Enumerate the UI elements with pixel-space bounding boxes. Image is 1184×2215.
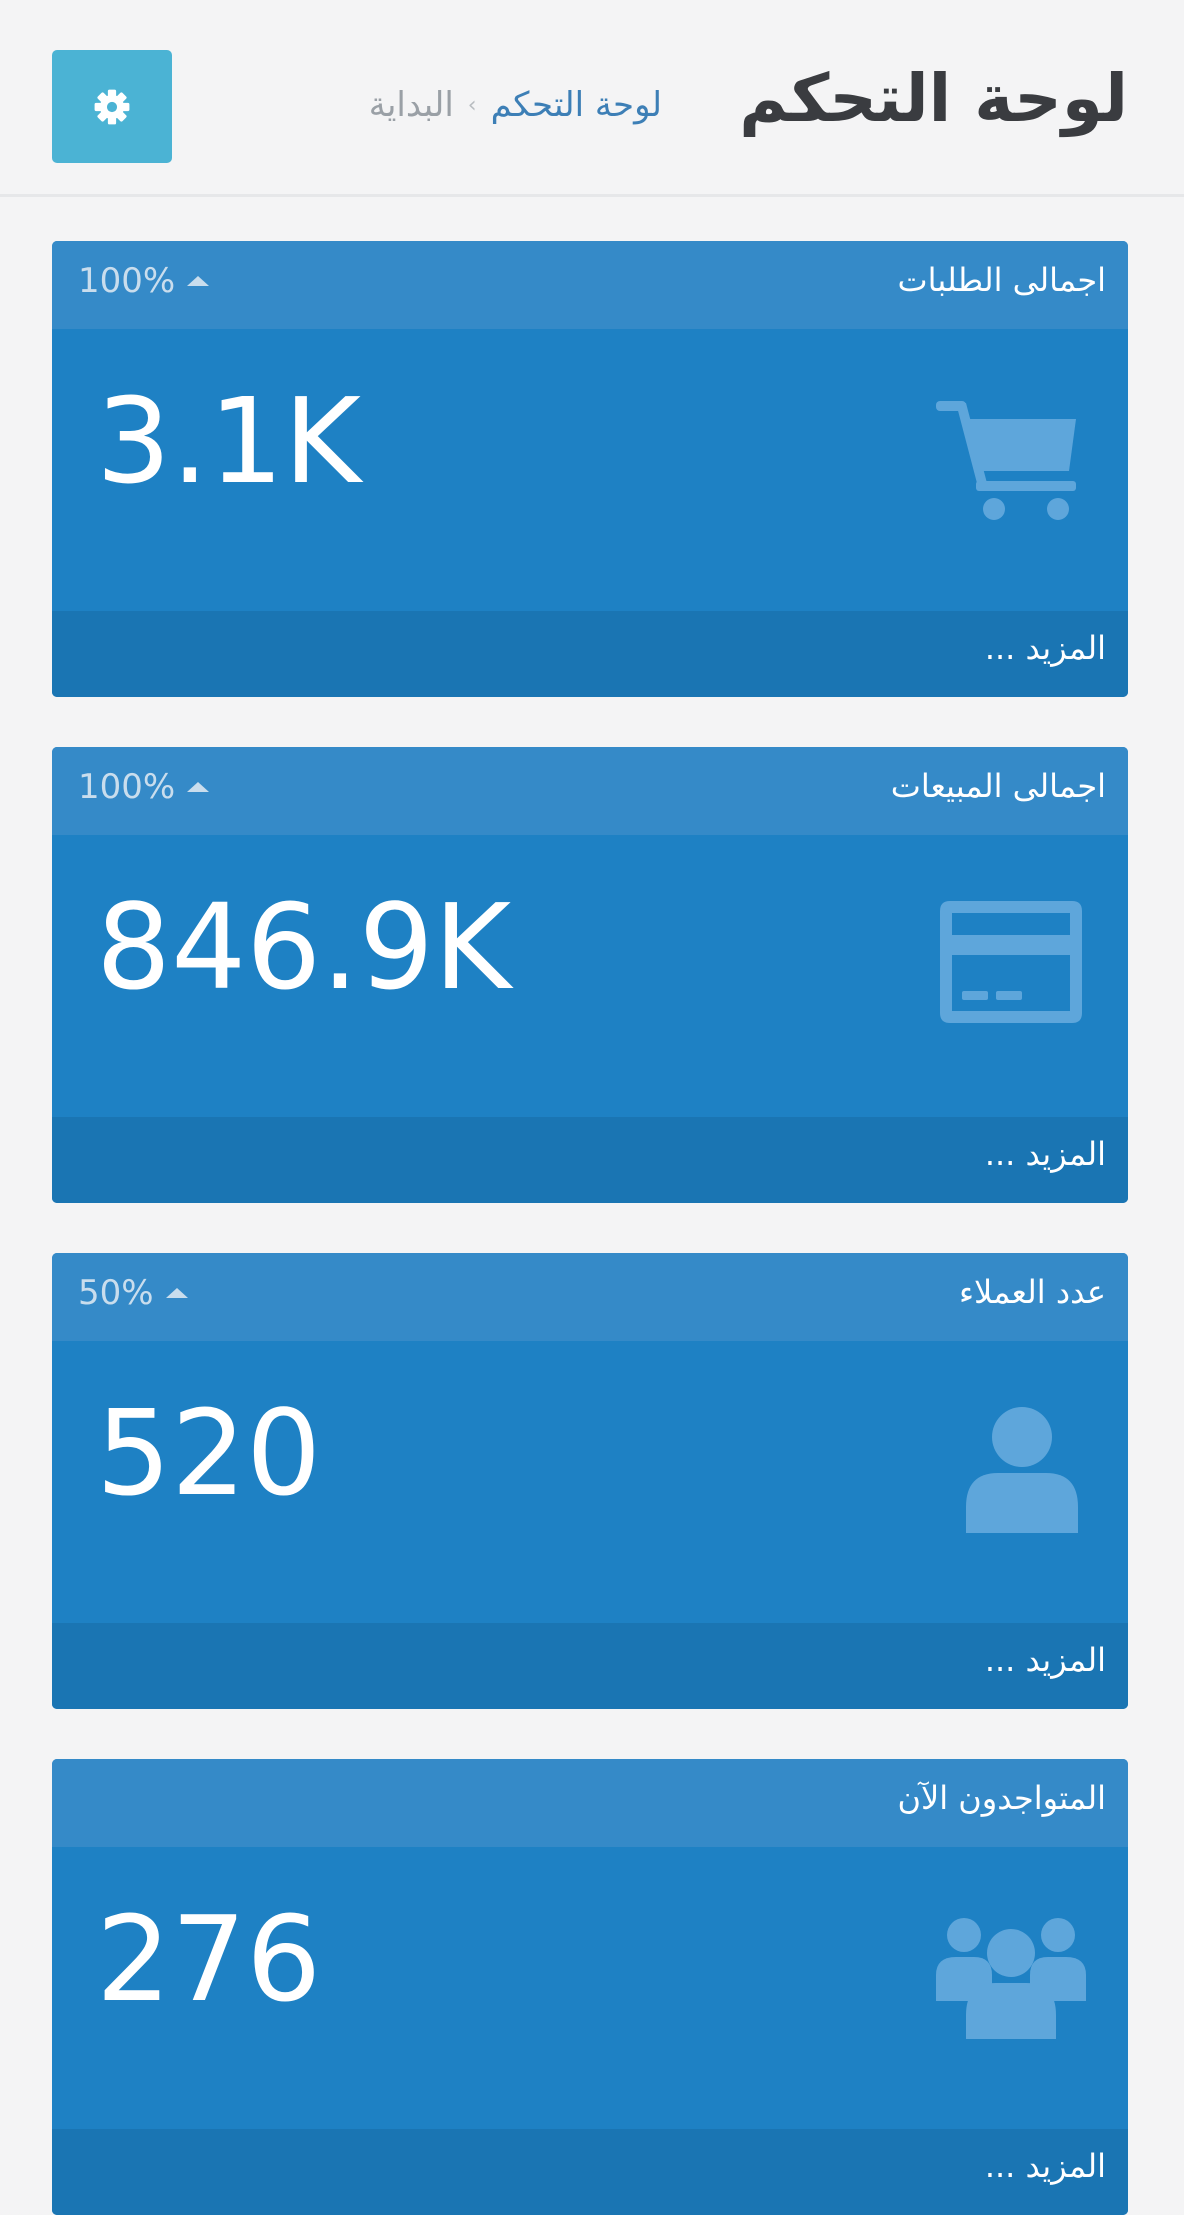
shopping-cart-icon [936, 391, 1086, 521]
caret-up-icon [187, 782, 210, 792]
card-title: اجمالى المبيعات [890, 767, 1106, 805]
trend-percent: 100% [78, 261, 176, 301]
stat-value: 520 [96, 1384, 322, 1522]
card-header: اجمالى الطلبات 100% [52, 241, 1128, 329]
card-header: المتواجدون الآن [52, 1759, 1128, 1847]
users-group-icon [936, 1909, 1086, 2039]
breadcrumb: البداية › لوحة التحكم [369, 80, 662, 130]
card-header: اجمالى المبيعات 100% [52, 747, 1128, 835]
more-link-label: المزيد ... [984, 1641, 1106, 1679]
trend-percent: 100% [78, 767, 176, 807]
credit-card-icon [936, 897, 1086, 1027]
trend-percent: 50% [78, 1273, 154, 1313]
caret-up-icon [165, 1288, 188, 1298]
stat-card-online-now: المتواجدون الآن 276 المزيد ... [52, 1759, 1128, 2215]
more-link-label: المزيد ... [984, 2147, 1106, 2185]
stat-card-orders: اجمالى الطلبات 100% 3.1K المزيد ... [52, 241, 1128, 697]
more-link-label: المزيد ... [984, 629, 1106, 667]
card-title: المتواجدون الآن [897, 1779, 1106, 1817]
more-link-label: المزيد ... [984, 1135, 1106, 1173]
card-more-link[interactable]: المزيد ... [52, 1623, 1128, 1709]
card-more-link[interactable]: المزيد ... [52, 611, 1128, 697]
user-icon [936, 1403, 1086, 1533]
card-header: عدد العملاء 50% [52, 1253, 1128, 1341]
trend-indicator: 100% [78, 767, 210, 807]
settings-button[interactable] [52, 50, 172, 163]
breadcrumb-home-link[interactable]: البداية [369, 85, 454, 125]
breadcrumb-separator: › [467, 92, 477, 118]
gear-icon [94, 89, 130, 124]
stat-value: 846.9K [96, 878, 512, 1016]
card-more-link[interactable]: المزيد ... [52, 1117, 1128, 1203]
card-title: عدد العملاء [958, 1273, 1106, 1311]
stat-value: 3.1K [96, 372, 362, 510]
trend-indicator: 100% [78, 261, 210, 301]
caret-up-icon [187, 276, 210, 286]
stat-card-sales: اجمالى المبيعات 100% 846.9K المزيد ... [52, 747, 1128, 1203]
card-title: اجمالى الطلبات [897, 261, 1106, 299]
page-header: لوحة التحكم البداية › لوحة التحكم [0, 0, 1184, 197]
stat-value: 276 [96, 1890, 322, 2028]
stat-card-customers: عدد العملاء 50% 520 المزيد ... [52, 1253, 1128, 1709]
page-title: لوحة التحكم [739, 60, 1128, 137]
breadcrumb-current-link[interactable]: لوحة التحكم [491, 85, 662, 125]
trend-indicator: 50% [78, 1273, 188, 1313]
card-more-link[interactable]: المزيد ... [52, 2129, 1128, 2215]
